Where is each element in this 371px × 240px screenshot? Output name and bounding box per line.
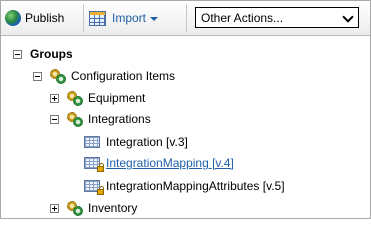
expand-icon[interactable] <box>50 203 59 213</box>
caret-down-icon <box>150 17 159 21</box>
publish-label: Publish <box>25 11 65 25</box>
gears-icon <box>67 90 85 107</box>
publish-button[interactable]: Publish <box>5 5 79 31</box>
gears-icon <box>50 68 68 85</box>
tree-node-link[interactable]: IntegrationMapping [v.4] <box>106 156 234 170</box>
locked-table-icon <box>84 157 104 172</box>
tree-node-label: Groups <box>30 47 73 61</box>
other-actions-select[interactable]: Other Actions... <box>195 7 359 28</box>
tree-node-label: Integrations <box>88 112 151 126</box>
tree-node-integration[interactable]: Integration [v.3] <box>84 132 188 152</box>
collapse-icon[interactable] <box>50 114 59 124</box>
collapse-icon[interactable] <box>33 71 42 81</box>
tree-node-equipment[interactable]: Equipment <box>50 88 145 108</box>
globe-icon <box>5 10 21 26</box>
toolbar: Publish Import Other Actions... <box>1 1 370 36</box>
expand-icon[interactable] <box>50 93 59 103</box>
tree-node-label: Integration [v.3] <box>106 135 188 149</box>
toolbar-separator <box>83 4 84 32</box>
import-button[interactable]: Import <box>89 5 181 31</box>
toolbar-separator <box>186 4 187 32</box>
tree-node-groups[interactable]: Groups <box>13 44 73 64</box>
tree-node-inventory[interactable]: Inventory <box>50 198 137 218</box>
other-actions-value: Other Actions... <box>201 10 284 25</box>
gears-icon <box>67 111 85 128</box>
collapse-icon[interactable] <box>13 49 22 59</box>
gears-icon <box>67 200 85 217</box>
tree-node-label: Configuration Items <box>71 69 176 83</box>
lock-icon <box>97 163 104 172</box>
chevron-down-icon <box>342 11 354 23</box>
tree-node-configuration-items[interactable]: Configuration Items <box>33 66 175 86</box>
tree-node-integration-mapping-attributes[interactable]: IntegrationMappingAttributes [v.5] <box>84 176 285 196</box>
groups-tree: Groups Configuration Items Equipment Int… <box>1 36 370 218</box>
tree-node-integrations[interactable]: Integrations <box>50 109 151 129</box>
tree-node-integration-mapping[interactable]: IntegrationMapping [v.4] <box>84 153 234 173</box>
tree-node-label: IntegrationMappingAttributes [v.5] <box>106 179 285 193</box>
import-label: Import <box>112 11 147 25</box>
tree-node-label: Inventory <box>88 201 138 215</box>
grid-icon <box>89 10 106 26</box>
locked-table-icon <box>84 180 104 195</box>
table-icon <box>84 136 100 148</box>
lock-icon <box>97 186 104 195</box>
tree-node-label: Equipment <box>88 91 146 105</box>
window-frame: Publish Import Other Actions... Groups C… <box>0 0 371 219</box>
